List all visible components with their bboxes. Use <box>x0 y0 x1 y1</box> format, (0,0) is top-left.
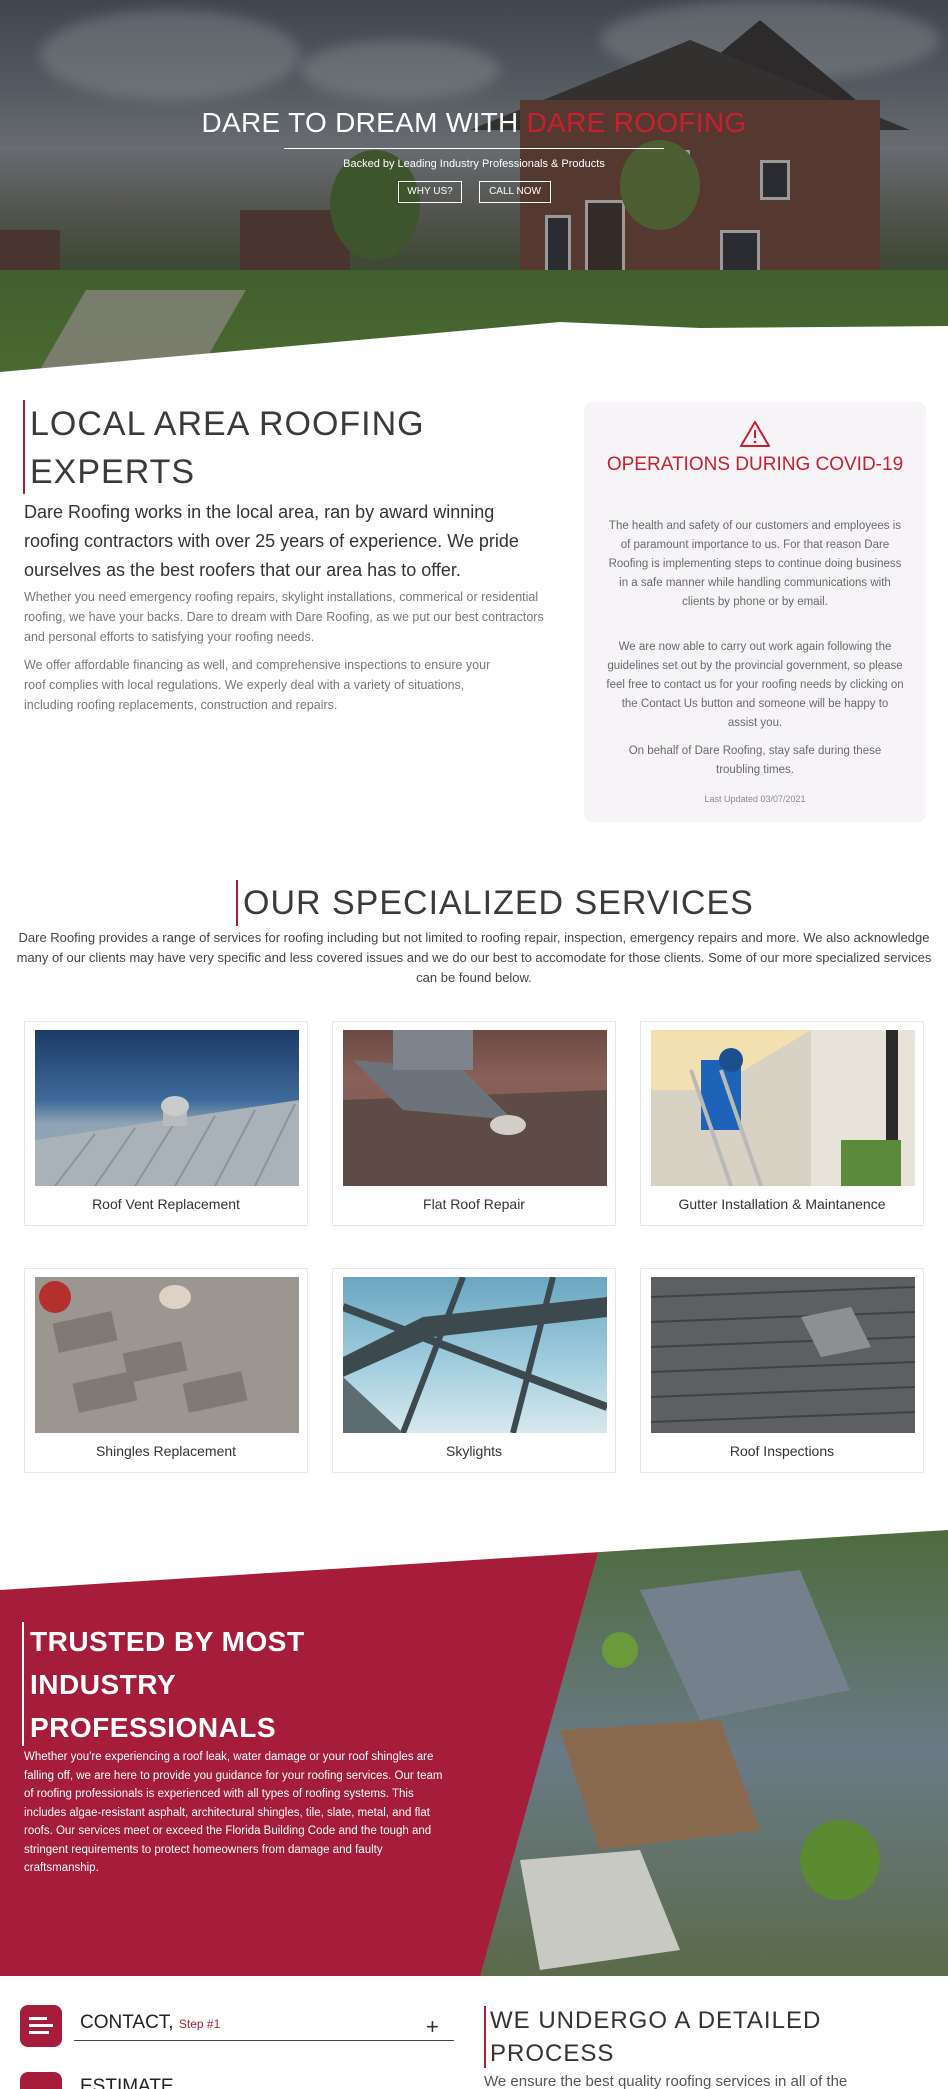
contact-label: CONTACT, <box>80 2012 174 2033</box>
covid-title: OPERATIONS DURING COVID-19 <box>606 454 904 475</box>
local-lead: Dare Roofing works in the local area, ra… <box>24 502 519 580</box>
heading-accent-bar <box>236 880 238 926</box>
covid-last-updated: Last Updated 03/07/2021 <box>704 794 806 804</box>
flat-roof-image <box>343 1030 607 1186</box>
covid-paragraph-3: On behalf of Dare Roofing, stay safe dur… <box>628 745 882 776</box>
service-label: Roof Vent Replacement <box>92 1196 240 1212</box>
services-intro: Dare Roofing provides a range of service… <box>16 930 932 985</box>
contact-step-title[interactable]: CONTACT, Step #1 <box>80 2012 220 2034</box>
roof-vent-image <box>35 1030 299 1186</box>
warning-triangle-icon <box>740 421 770 447</box>
contact-step-label: Step #1 <box>178 2017 221 2031</box>
service-card-gutter[interactable]: Gutter Installation & Maintanence <box>640 1021 924 1226</box>
hero-diagonal-cut <box>0 322 948 372</box>
service-label: Flat Roof Repair <box>423 1196 525 1212</box>
heading-accent-bar <box>484 2006 486 2068</box>
service-card-flat-roof[interactable]: Flat Roof Repair <box>332 1021 616 1226</box>
service-label: Roof Inspections <box>729 1443 835 1459</box>
service-label: Gutter Installation & Maintanence <box>678 1196 886 1212</box>
call-now-button[interactable]: CALL NOW <box>479 181 551 203</box>
covid-notice-card: OPERATIONS DURING COVID-19 The health an… <box>584 402 926 822</box>
service-card-shingles[interactable]: Shingles Replacement <box>24 1268 308 1473</box>
service-label: Shingles Replacement <box>95 1443 237 1459</box>
process-heading: WE UNDERGO A DETAILED PROCESS <box>490 2007 822 2067</box>
estimate-icon <box>20 2072 62 2089</box>
hero-divider <box>284 148 664 149</box>
local-heading-line2: EXPERTS <box>30 453 196 491</box>
local-paragraph-2: We offer affordable financing as well, a… <box>24 658 491 712</box>
gutter-image <box>651 1030 915 1186</box>
local-paragraph-1: Whether you need emergency roofing repai… <box>24 590 544 644</box>
why-us-button[interactable]: WHY US? <box>398 181 462 203</box>
services-heading: OUR SPECIALIZED SERVICES <box>243 884 754 922</box>
hero-title: DARE TO DREAM WITH DARE ROOFING <box>0 107 948 139</box>
service-label: Skylights <box>445 1443 503 1459</box>
covid-paragraph-2: We are now able to carry out work again … <box>606 641 904 729</box>
service-card-roof-vent[interactable]: Roof Vent Replacement <box>24 1021 308 1226</box>
covid-paragraph-1: The health and safety of our customers a… <box>608 520 902 608</box>
trusted-heading: TRUSTED BY MOST INDUSTRY PROFESSIONALS <box>30 1626 305 1743</box>
trusted-body: Whether you're experiencing a roof leak,… <box>24 1751 443 1874</box>
roof-inspection-image <box>651 1277 915 1433</box>
service-card-skylights[interactable]: Skylights <box>332 1268 616 1473</box>
process-body: We ensure the best quality roofing servi… <box>484 2073 848 2089</box>
heading-accent-bar <box>23 400 25 494</box>
hero-title-main: DARE TO DREAM WITH <box>201 107 527 138</box>
hero-title-accent: DARE ROOFING <box>526 107 747 138</box>
service-card-inspections[interactable]: Roof Inspections <box>640 1268 924 1473</box>
hero-subtitle: Backed by Leading Industry Professionals… <box>343 158 605 170</box>
contact-divider <box>74 2040 454 2041</box>
hero-banner: DARE TO DREAM WITH DARE ROOFING Backed b… <box>0 0 948 372</box>
skylights-image <box>343 1277 607 1433</box>
estimate-step-title[interactable]: ESTIMATE <box>80 2076 174 2089</box>
expand-plus-icon[interactable]: + <box>426 2014 439 2040</box>
local-heading-line1: LOCAL AREA ROOFING <box>30 405 425 443</box>
heading-accent-bar <box>22 1622 24 1746</box>
contact-form-icon <box>20 2005 62 2047</box>
shingles-image <box>35 1277 299 1433</box>
